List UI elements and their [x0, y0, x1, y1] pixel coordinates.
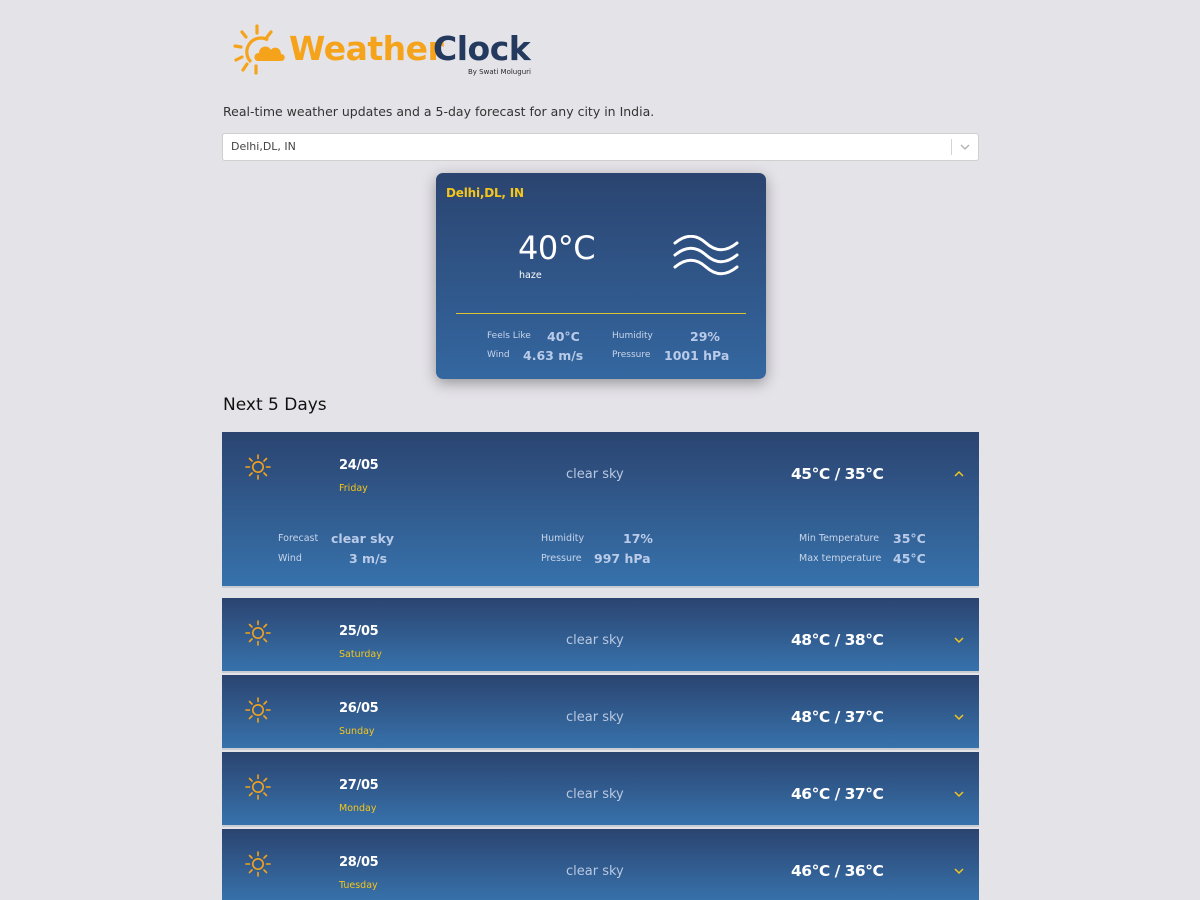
sun-icon [245, 697, 271, 723]
chevron-down-icon[interactable] [952, 789, 966, 799]
haze-icon [673, 235, 739, 276]
current-divider [456, 313, 746, 314]
feels-like-value: 40°C [547, 329, 580, 344]
day-description: clear sky [566, 710, 624, 725]
forecast-day-card[interactable]: 27/05 Monday clear sky 46°C / 37°C [222, 752, 979, 827]
current-description: haze [519, 270, 542, 281]
forecast-day-card[interactable]: 26/05 Sunday clear sky 48°C / 37°C [222, 675, 979, 750]
day-temperature-range: 48°C / 38°C [791, 631, 884, 649]
day-date: 25/05 [339, 624, 379, 639]
detail-max-temp-value: 45°C [893, 551, 926, 566]
day-temperature-range: 45°C / 35°C [791, 465, 884, 483]
detail-min-temp-label: Min Temperature [799, 533, 880, 544]
forecast-day-card[interactable]: 28/05 Tuesday clear sky 46°C / 36°C [222, 829, 979, 900]
forecast-day-card[interactable]: 24/05 Friday clear sky 45°C / 35°C Forec… [222, 432, 979, 588]
day-date: 27/05 [339, 778, 379, 793]
day-date: 28/05 [339, 855, 379, 870]
forecast-title: Next 5 Days [223, 395, 327, 415]
detail-pressure-value: 997 hPa [594, 551, 651, 566]
page: Weather Clock By Swati Moluguri Real-tim… [0, 0, 1200, 900]
day-temperature-range: 46°C / 36°C [791, 862, 884, 880]
current-temperature: 40°C [518, 229, 596, 267]
day-description: clear sky [566, 633, 624, 648]
day-name: Monday [339, 803, 377, 814]
select-separator [951, 139, 952, 155]
detail-forecast-label: Forecast [278, 533, 319, 544]
day-description: clear sky [566, 467, 624, 482]
logo-word-weather: Weather [289, 29, 444, 68]
chevron-up-icon[interactable] [952, 469, 966, 479]
city-select[interactable]: Delhi,DL, IN [222, 133, 979, 161]
detail-max-temp-label: Max temperature [799, 553, 882, 564]
sun-cloud-logo-icon [233, 24, 285, 75]
day-description: clear sky [566, 864, 624, 879]
page-subtitle: Real-time weather updates and a 5-day fo… [223, 104, 655, 119]
day-temperature-range: 48°C / 37°C [791, 708, 884, 726]
detail-humidity-label: Humidity [541, 533, 585, 544]
humidity-value: 29% [690, 329, 720, 344]
day-name: Friday [339, 483, 368, 494]
day-name: Sunday [339, 726, 375, 737]
detail-forecast-value: clear sky [331, 531, 395, 546]
day-date: 24/05 [339, 458, 379, 473]
chevron-down-icon[interactable] [952, 712, 966, 722]
detail-humidity-value: 17% [623, 531, 653, 546]
wind-label: Wind [487, 350, 510, 360]
feels-like-label: Feels Like [487, 331, 531, 341]
day-date: 26/05 [339, 701, 379, 716]
day-temperature-range: 46°C / 37°C [791, 785, 884, 803]
logo-byline: By Swati Moluguri [468, 68, 531, 76]
detail-min-temp-value: 35°C [893, 531, 926, 546]
day-name: Saturday [339, 649, 382, 660]
current-city: Delhi,DL, IN [446, 186, 524, 200]
forecast-day-card[interactable]: 25/05 Saturday clear sky 48°C / 38°C [222, 598, 979, 673]
detail-pressure-label: Pressure [541, 553, 582, 564]
pressure-label: Pressure [612, 350, 651, 360]
day-description: clear sky [566, 787, 624, 802]
logo-word-clock: Clock [433, 29, 531, 68]
detail-wind-value: 3 m/s [349, 551, 388, 566]
day-name: Tuesday [339, 880, 378, 891]
pressure-value: 1001 hPa [664, 348, 730, 363]
current-weather-card: Delhi,DL, IN 40°C haze Feels Like 40°C H… [436, 173, 766, 379]
logo: Weather Clock By Swati Moluguri [231, 24, 541, 80]
detail-wind-label: Wind [278, 553, 302, 564]
sun-icon [245, 774, 271, 800]
chevron-down-icon[interactable] [959, 141, 971, 153]
sun-icon [245, 851, 271, 877]
chevron-down-icon[interactable] [952, 866, 966, 876]
humidity-label: Humidity [612, 331, 653, 341]
sun-icon [245, 620, 271, 646]
chevron-down-icon[interactable] [952, 635, 966, 645]
city-select-value: Delhi,DL, IN [231, 140, 296, 153]
wind-value: 4.63 m/s [523, 348, 584, 363]
sun-icon [245, 454, 271, 480]
